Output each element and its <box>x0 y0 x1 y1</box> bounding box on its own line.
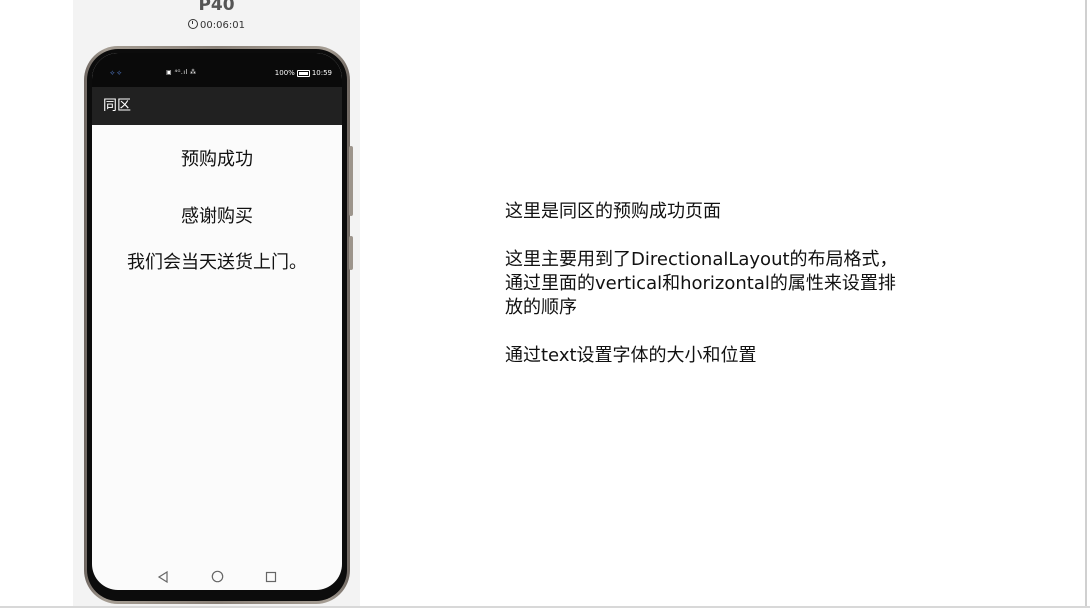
description-line-1: 这里是同区的预购成功页面 <box>505 201 721 222</box>
description-line-3: 通过text设置字体的大小和位置 <box>505 345 757 366</box>
power-button <box>349 146 353 216</box>
status-bar: ⟡ ⟡ ▣ ⁴ᴳ.ıl ⁂ 100% 10:59 <box>92 53 342 87</box>
battery-percent: 100% <box>274 69 295 77</box>
volume-button <box>349 236 353 270</box>
recent-square-icon[interactable] <box>262 568 280 586</box>
simulator-panel: P40 00:06:01 ⟡ ⟡ ▣ ⁴ᴳ.ıl ⁂ 100% 10:59 同区… <box>73 0 360 608</box>
device-name: P40 <box>198 0 235 15</box>
timer-icon <box>188 19 199 29</box>
back-triangle-icon[interactable] <box>154 568 172 586</box>
signal-wifi-icons: ▣ ⁴ᴳ.ıl ⁂ <box>166 69 197 76</box>
status-time: 10:59 <box>311 69 332 77</box>
delivery-text: 我们会当天送货上门。 <box>127 252 307 273</box>
description-line-2c: 放的顺序 <box>505 297 577 318</box>
home-circle-icon[interactable] <box>208 568 226 586</box>
app-bar: 同区 <box>92 87 342 125</box>
status-notification-icons: ⟡ ⟡ <box>110 69 122 77</box>
app-title: 同区 <box>103 98 131 114</box>
description-panel: 这里是同区的预购成功页面 这里主要用到了DirectionalLayout的布局… <box>505 200 935 368</box>
navigation-bar <box>92 563 342 590</box>
description-line-2a: 这里主要用到了DirectionalLayout的布局格式， <box>505 249 898 270</box>
window-right-border <box>1085 0 1087 608</box>
timer-value: 00:06:01 <box>200 20 245 31</box>
page: P40 00:06:01 ⟡ ⟡ ▣ ⁴ᴳ.ıl ⁂ 100% 10:59 同区… <box>0 0 1090 608</box>
description-line-2b: 通过里面的vertical和horizontal的属性来设置排 <box>505 273 896 294</box>
battery-icon <box>296 69 310 77</box>
phone-screen[interactable]: ⟡ ⟡ ▣ ⁴ᴳ.ıl ⁂ 100% 10:59 同区 预购成功 感谢购买 我们… <box>92 53 342 590</box>
status-right: 100% 10:59 <box>275 69 332 77</box>
thanks-text: 感谢购买 <box>181 206 253 227</box>
preorder-success-text: 预购成功 <box>181 149 253 170</box>
session-timer: 00:06:01 <box>73 19 360 33</box>
